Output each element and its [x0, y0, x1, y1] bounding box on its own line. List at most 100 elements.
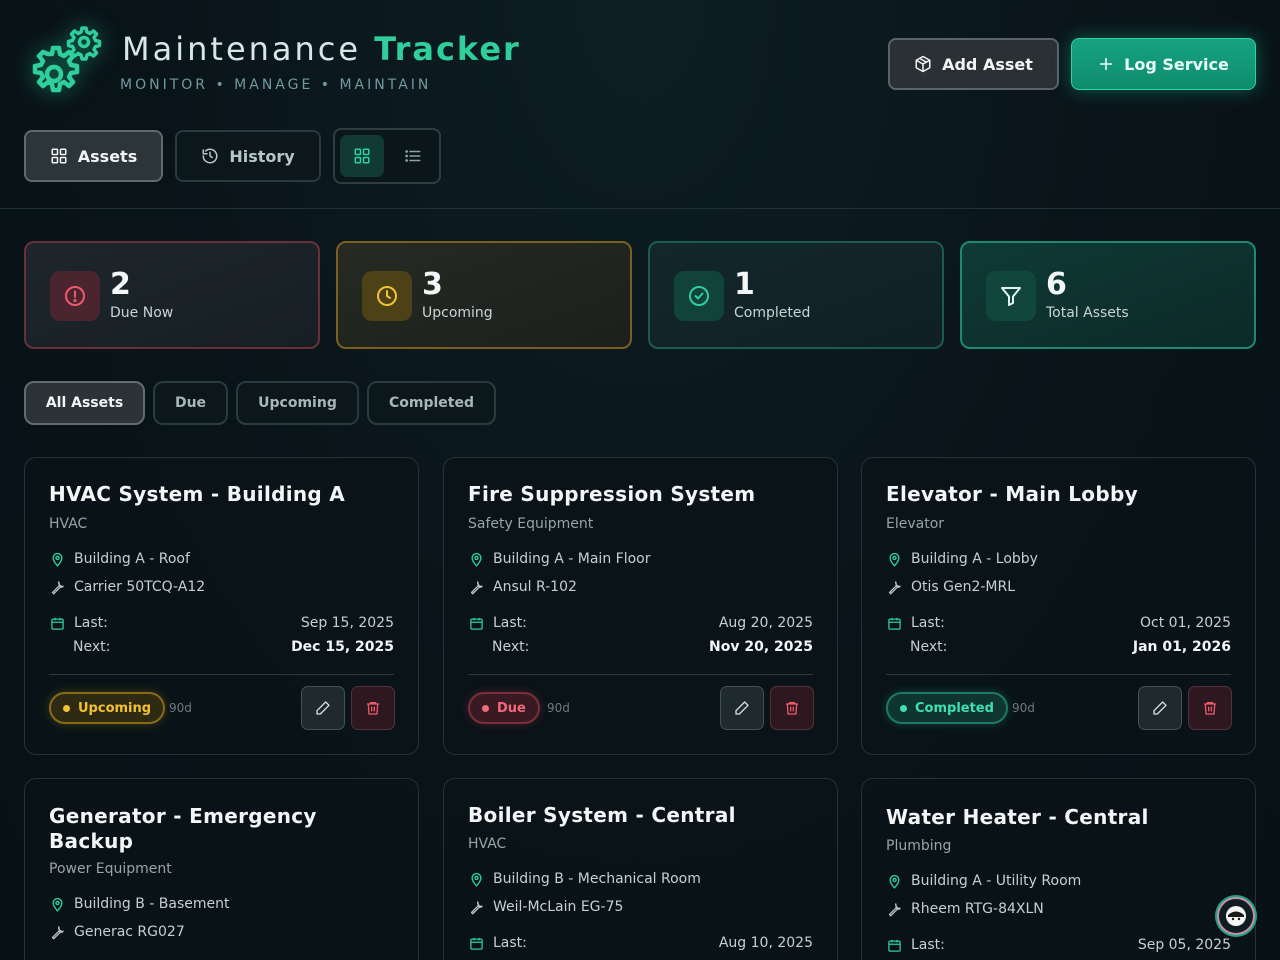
map-pin-icon: [51, 552, 63, 567]
add-asset-label: Add Asset: [942, 54, 1033, 74]
plus-icon: [1099, 57, 1113, 71]
stat-label: Total Assets: [1046, 305, 1129, 321]
model-text: Ansul R-102: [493, 579, 577, 595]
filter-icon: [1001, 287, 1021, 306]
edit-button[interactable]: [1138, 686, 1182, 730]
location-text: Building B - Mechanical Room: [493, 871, 701, 887]
calendar-icon: [469, 617, 483, 630]
location-text: Building B - Basement: [74, 896, 230, 912]
asset-name: Generator - Emergency Backup: [49, 804, 317, 853]
stat-icon-box: [50, 271, 100, 321]
app-header: Maintenance Tracker MONITOR • MANAGE • M…: [0, 0, 1280, 209]
stat-icon-box: [362, 271, 412, 321]
filter-due[interactable]: Due: [153, 381, 228, 425]
stat-completed[interactable]: 1 Completed: [648, 241, 944, 349]
model-text: Rheem RTG-84XLN: [911, 901, 1044, 917]
asset-model: Carrier 50TCQ-A12: [49, 579, 205, 595]
last-label: Last:: [74, 615, 108, 631]
map-pin-icon: [470, 872, 482, 887]
asset-name: Water Heater - Central: [886, 805, 1149, 829]
status-dot: [482, 704, 489, 712]
title-main: Maintenance: [122, 30, 362, 68]
grid-icon: [354, 148, 370, 164]
trash-icon: [1204, 702, 1216, 715]
asset-category: Plumbing: [886, 838, 952, 854]
delete-button[interactable]: [351, 686, 395, 730]
last-service-row: Last:: [886, 937, 945, 953]
add-asset-button[interactable]: Add Asset: [888, 38, 1059, 90]
stat-label: Completed: [734, 305, 811, 321]
calendar-icon: [50, 617, 64, 630]
trash-icon: [367, 702, 379, 715]
alert-circle-icon: [65, 286, 85, 306]
asset-card: Elevator - Main Lobby Elevator Building …: [861, 457, 1256, 755]
map-pin-icon: [888, 552, 900, 567]
last-service-row: Last:: [468, 935, 527, 951]
status-text: Completed: [915, 700, 994, 716]
location-text: Building A - Roof: [74, 551, 190, 567]
asset-model: Weil-McLain EG-75: [468, 899, 623, 915]
tab-history[interactable]: History: [175, 130, 321, 182]
check-circle-icon: [689, 286, 709, 306]
stat-value: 1: [734, 267, 755, 302]
status-dot: [900, 704, 907, 712]
grid-view-button[interactable]: [340, 135, 384, 177]
grid-icon: [51, 148, 67, 164]
asset-model: Generac RG027: [49, 924, 185, 940]
filter-all-assets[interactable]: All Assets: [24, 381, 145, 425]
filter-completed[interactable]: Completed: [367, 381, 496, 425]
last-label: Last:: [493, 935, 527, 951]
stat-label: Upcoming: [422, 305, 493, 321]
delete-button[interactable]: [770, 686, 814, 730]
last-label: Last:: [911, 615, 945, 631]
last-date: Sep 15, 2025: [300, 615, 394, 631]
model-text: Weil-McLain EG-75: [493, 899, 624, 915]
stat-value: 2: [110, 267, 131, 302]
card-divider: [886, 674, 1231, 675]
stat-due-now[interactable]: 2 Due Now: [24, 241, 320, 349]
location-text: Building A - Utility Room: [911, 873, 1082, 889]
clock-icon: [377, 286, 397, 306]
next-date: Nov 20, 2025: [709, 639, 813, 655]
map-pin-icon: [888, 874, 900, 889]
tab-assets-label: Assets: [77, 146, 138, 166]
app-title: Maintenance Tracker: [122, 30, 521, 68]
box-icon: [915, 55, 931, 73]
list-icon: [405, 150, 421, 162]
log-service-label: Log Service: [1124, 54, 1229, 74]
tab-assets[interactable]: Assets: [24, 130, 163, 182]
delete-button[interactable]: [1188, 686, 1232, 730]
assistant-avatar-button[interactable]: [1217, 897, 1255, 935]
status-badge: Upcoming: [49, 692, 166, 724]
gear-icon: [32, 26, 102, 93]
service-interval: 90d: [1012, 701, 1035, 715]
list-view-button[interactable]: [391, 135, 435, 177]
service-interval: 90d: [169, 701, 192, 715]
stat-value: 6: [1046, 267, 1067, 302]
next-date: Dec 15, 2025: [291, 639, 394, 655]
asset-name: HVAC System - Building A: [49, 482, 346, 506]
next-label: Next:: [492, 639, 530, 655]
asset-category: Safety Equipment: [468, 516, 594, 532]
stat-upcoming[interactable]: 3 Upcoming: [336, 241, 632, 349]
edit-button[interactable]: [301, 686, 345, 730]
asset-location: Building A - Lobby: [886, 551, 1038, 567]
last-service-row: Last:: [886, 615, 945, 631]
filter-upcoming[interactable]: Upcoming: [236, 381, 359, 425]
next-date: Jan 01, 2026: [1132, 639, 1231, 655]
last-service-row: Last:: [49, 615, 108, 631]
status-dot: [63, 704, 70, 712]
stat-total-assets[interactable]: 6 Total Assets: [960, 241, 1256, 349]
tab-history-label: History: [229, 146, 295, 166]
model-text: Carrier 50TCQ-A12: [74, 579, 206, 595]
map-pin-icon: [51, 897, 63, 912]
robot-face-icon: [1226, 906, 1246, 926]
card-divider: [49, 674, 394, 675]
view-toggle: [333, 128, 441, 184]
wrench-icon: [888, 902, 901, 916]
edit-button[interactable]: [720, 686, 764, 730]
log-service-button[interactable]: Log Service: [1071, 38, 1256, 90]
next-label: Next:: [910, 639, 948, 655]
history-icon: [202, 148, 218, 164]
wrench-icon: [51, 580, 64, 594]
